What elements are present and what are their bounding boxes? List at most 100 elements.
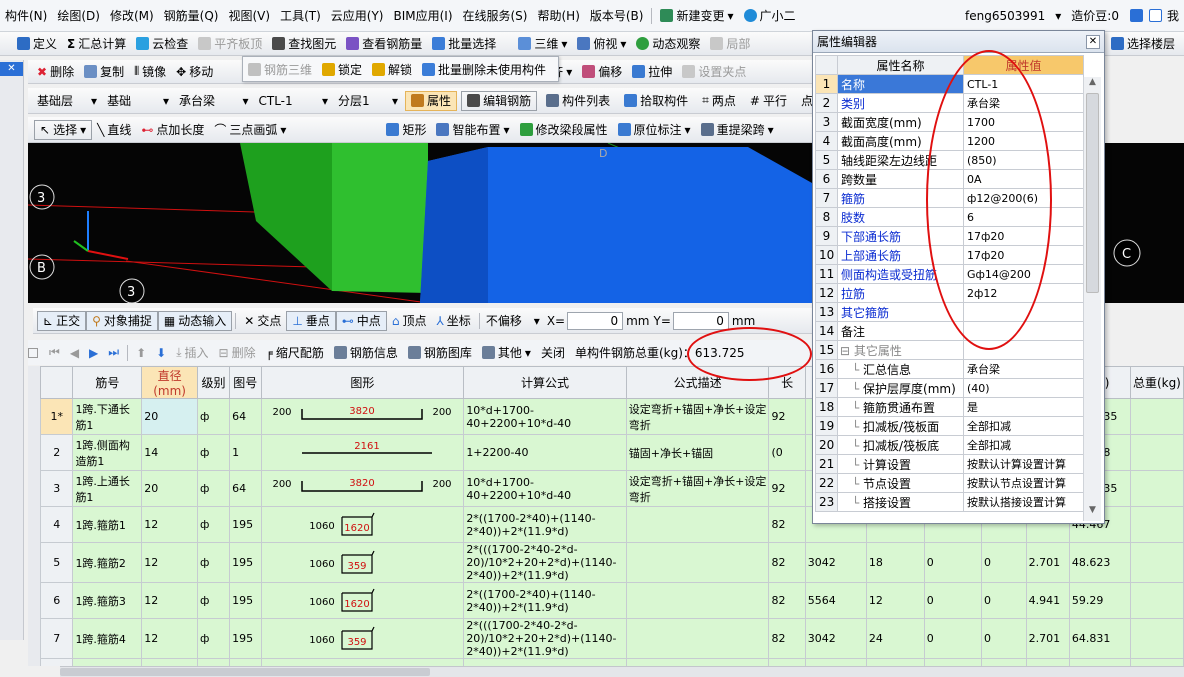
collapse-icon[interactable]: ⊟	[840, 344, 854, 358]
property-row[interactable]: 3 截面宽度(mm) 1700	[815, 112, 1084, 132]
close-icon[interactable]: ✕	[0, 62, 23, 76]
menu-item-modify[interactable]: 修改(M)	[105, 7, 159, 24]
cell-length[interactable]: (0)	[768, 658, 806, 666]
intersect-toggle[interactable]: ✕ 交点	[239, 311, 286, 331]
row-index[interactable]: 6	[40, 582, 74, 619]
lock-button[interactable]: 锁定	[317, 59, 367, 79]
header-diameter[interactable]: 直径(mm)	[141, 366, 198, 399]
cell-shape[interactable]: 200 3820 200	[260, 470, 465, 507]
member-type-select[interactable]: 承台梁 ▾	[176, 92, 251, 110]
cell-length[interactable]: 82	[768, 618, 806, 659]
property-row[interactable]: 16 └ 汇总信息 承台梁	[815, 359, 1084, 379]
move-down-icon[interactable]: ⬇	[151, 343, 171, 363]
cell-formula[interactable]: 10*d+1700-40+2200+10*d-40	[463, 398, 627, 435]
cell-diameter[interactable]: 14	[141, 434, 198, 471]
dynamic-input-toggle[interactable]: ▦ 动态输入	[157, 310, 233, 331]
property-value[interactable]: 全部扣减	[963, 416, 1084, 436]
cell-formula[interactable]: 2*(((1700-2*40-2*d-20)/10*2+20+2*d)+(114…	[463, 542, 627, 583]
cell-fig-no[interactable]: 64	[229, 398, 262, 435]
help-icon[interactable]	[1148, 9, 1162, 22]
header-grade[interactable]: 级别	[196, 366, 231, 399]
set-grip-button[interactable]: 设置夹点	[677, 62, 751, 82]
property-value[interactable]: 0A	[963, 169, 1084, 189]
cell-formula[interactable]: 2*((1700-2*40)+(1140-2*40))+2*(11.9*d)	[463, 506, 627, 543]
property-row[interactable]: 7 箍筋 ф12@200(6)	[815, 188, 1084, 208]
cell-fig-no[interactable]: 1	[229, 434, 262, 471]
cell-bar-no[interactable]: 1跨.下通长筋1	[72, 398, 143, 435]
cell-total-weight[interactable]: 59.29	[1068, 582, 1131, 619]
cell-fig-no[interactable]: 195	[229, 582, 262, 619]
in-place-annotation-button[interactable]: 原位标注 ▾	[613, 120, 696, 140]
property-row[interactable]: 20 └ 扣减板/筏板底 全部扣减	[815, 435, 1084, 455]
cell-bar-no[interactable]: 1跨.箍筋4	[72, 618, 143, 659]
cell-bar-no[interactable]: 1跨.箍筋2	[72, 542, 143, 583]
cell-b[interactable]: 0	[923, 582, 983, 619]
cell-length[interactable]: 82	[768, 506, 806, 543]
cell-bar-no[interactable]: 1跨.侧面构造筋1	[72, 434, 143, 471]
two-point-button[interactable]: ⌗ 两点	[697, 91, 741, 111]
cell-diameter[interactable]: 20	[141, 398, 198, 435]
cell-formula[interactable]: 2*((1700-2*40)+(1140-2*40))+2*(11.9*d)	[463, 582, 627, 619]
property-row[interactable]: 10 上部通长筋 17ф20	[815, 245, 1084, 265]
vertex-toggle[interactable]: ⌂ 顶点	[387, 311, 432, 331]
cell-unit-weight[interactable]: 2.701	[1025, 618, 1070, 659]
property-row[interactable]: 17 └ 保护层厚度(mm) (40)	[815, 378, 1084, 398]
property-value[interactable]: 承台梁	[963, 93, 1084, 113]
property-value[interactable]: 全部扣减	[963, 435, 1084, 455]
table-row[interactable]: 7 1跨.箍筋4 12 ф 195 1060 359 2*(((1700-2*40-2*d-2…	[40, 618, 1184, 659]
offset-mode-select[interactable]: 不偏移 ▾	[483, 312, 543, 330]
menu-item-rebar-qty[interactable]: 钢筋量(Q)	[159, 7, 224, 24]
cell-grade[interactable]: ф	[196, 542, 231, 583]
row-index[interactable]: 2	[40, 434, 74, 471]
cell-total-weight[interactable]: 64.831	[1068, 618, 1131, 659]
menu-item-version[interactable]: 版本号(B)	[585, 7, 649, 24]
cell-fig-no[interactable]: 195	[229, 542, 262, 583]
header-formula-desc[interactable]: 公式描述	[625, 366, 770, 399]
row-index[interactable]: 4	[40, 506, 74, 543]
menu-item-online[interactable]: 在线服务(S)	[458, 7, 533, 24]
cell-c[interactable]: 0	[981, 542, 1027, 583]
cell-formula[interactable]: 1+2200-40	[463, 434, 627, 471]
coord-toggle[interactable]: ⅄ 坐标	[431, 311, 475, 331]
cell-c[interactable]: 0	[981, 618, 1027, 659]
property-value[interactable]: 1700	[963, 112, 1084, 132]
cell-length[interactable]: (0	[768, 434, 806, 471]
rebar-info-button[interactable]: 钢筋信息	[329, 343, 403, 363]
unlock-button[interactable]: 解锁	[367, 59, 417, 79]
property-value[interactable]: (850)	[963, 150, 1084, 170]
property-row[interactable]: 13 其它箍筋	[815, 302, 1084, 322]
cell-total-weight[interactable]: 23.695	[1068, 658, 1131, 666]
property-row[interactable]: 14 备注	[815, 321, 1084, 341]
modify-span-attr-button[interactable]: 修改梁段属性	[515, 120, 613, 140]
cell-formula[interactable]: 2*(((1700-2*40-2*d-20)/10*2+20+2*d)+(114…	[463, 618, 627, 659]
cell-qty[interactable]: 1906	[804, 658, 867, 666]
cell-c[interactable]: 0	[981, 582, 1027, 619]
cell-diameter[interactable]: 12	[141, 658, 198, 666]
edit-rebar-button[interactable]: 编辑钢筋	[461, 90, 538, 111]
cell-b[interactable]: 0	[923, 658, 983, 666]
cell-length[interactable]: 92	[768, 398, 806, 435]
cell-shape[interactable]: 1620	[260, 658, 465, 666]
view-rebar-qty-button[interactable]: 查看钢筋量	[341, 34, 427, 54]
property-row[interactable]: 1 名称 CTL-1	[815, 74, 1084, 94]
property-value[interactable]: 1200	[963, 131, 1084, 151]
move-button[interactable]: ✥ 移动	[171, 62, 218, 82]
scrollbar-thumb[interactable]	[60, 668, 430, 676]
property-value[interactable]: 按默认搭接设置计算	[963, 492, 1084, 512]
cell-total-weight[interactable]: 48.623	[1068, 542, 1131, 583]
line-button[interactable]: ╲ 直线	[92, 120, 136, 140]
attributes-button[interactable]: 属性	[405, 90, 458, 111]
property-row[interactable]: 9 下部通长筋 17ф20	[815, 226, 1084, 246]
pick-member-button[interactable]: 拾取构件	[619, 91, 693, 111]
cell-length[interactable]: 82	[768, 542, 806, 583]
scroll-up-icon[interactable]: ▲	[1084, 77, 1101, 93]
property-row[interactable]: 18 └ 箍筋贯通布置是	[815, 397, 1084, 417]
rebar-3d-button[interactable]: 钢筋三维	[243, 59, 317, 79]
property-row[interactable]: 19 └ 扣减板/筏板面 全部扣减	[815, 416, 1084, 436]
cell-bar-no[interactable]: 1跨.箍筋3	[72, 582, 143, 619]
menu-item-member[interactable]: 构件(N)	[0, 7, 52, 24]
table-row[interactable]: 81跨.拉筋112ф4851620(1700-2*40)+2*(11.9*d) (…	[40, 658, 1184, 666]
local-view-button[interactable]: 局部	[705, 34, 755, 54]
top-view-button[interactable]: 俯视 ▾	[572, 34, 631, 54]
scale-rebar-button[interactable]: ╒ 缩尺配筋	[261, 343, 329, 363]
